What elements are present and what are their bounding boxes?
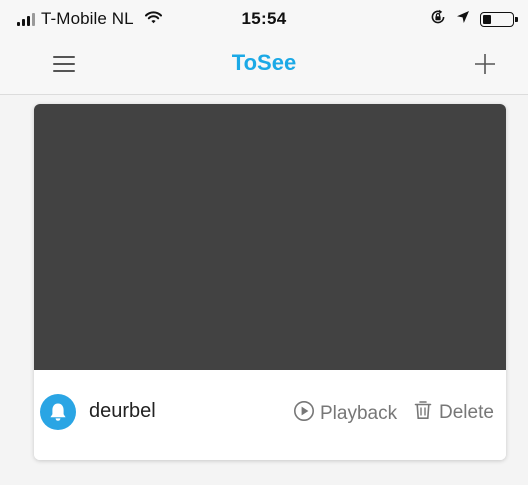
play-circle-icon — [293, 400, 315, 428]
playback-button[interactable]: Playback — [293, 400, 397, 428]
trash-icon — [414, 400, 432, 426]
location-arrow-icon — [456, 10, 470, 29]
app-title: ToSee — [231, 50, 297, 75]
status-bar: T-Mobile NL 15:54 — [0, 0, 528, 36]
status-bar-right — [430, 9, 518, 30]
battery-icon — [480, 12, 518, 27]
video-preview[interactable] — [34, 104, 506, 370]
delete-label: Delete — [439, 402, 494, 423]
device-name: deurbel — [89, 400, 156, 422]
bell-icon — [40, 394, 76, 430]
device-card: deurbel Playback Delete — [34, 104, 506, 460]
delete-button[interactable]: Delete — [414, 400, 494, 426]
orientation-lock-icon — [430, 9, 446, 30]
plus-icon[interactable] — [474, 53, 496, 75]
navigation-bar: ToSee — [0, 36, 528, 95]
playback-label: Playback — [320, 403, 398, 424]
device-card-footer: deurbel Playback Delete — [34, 370, 506, 460]
